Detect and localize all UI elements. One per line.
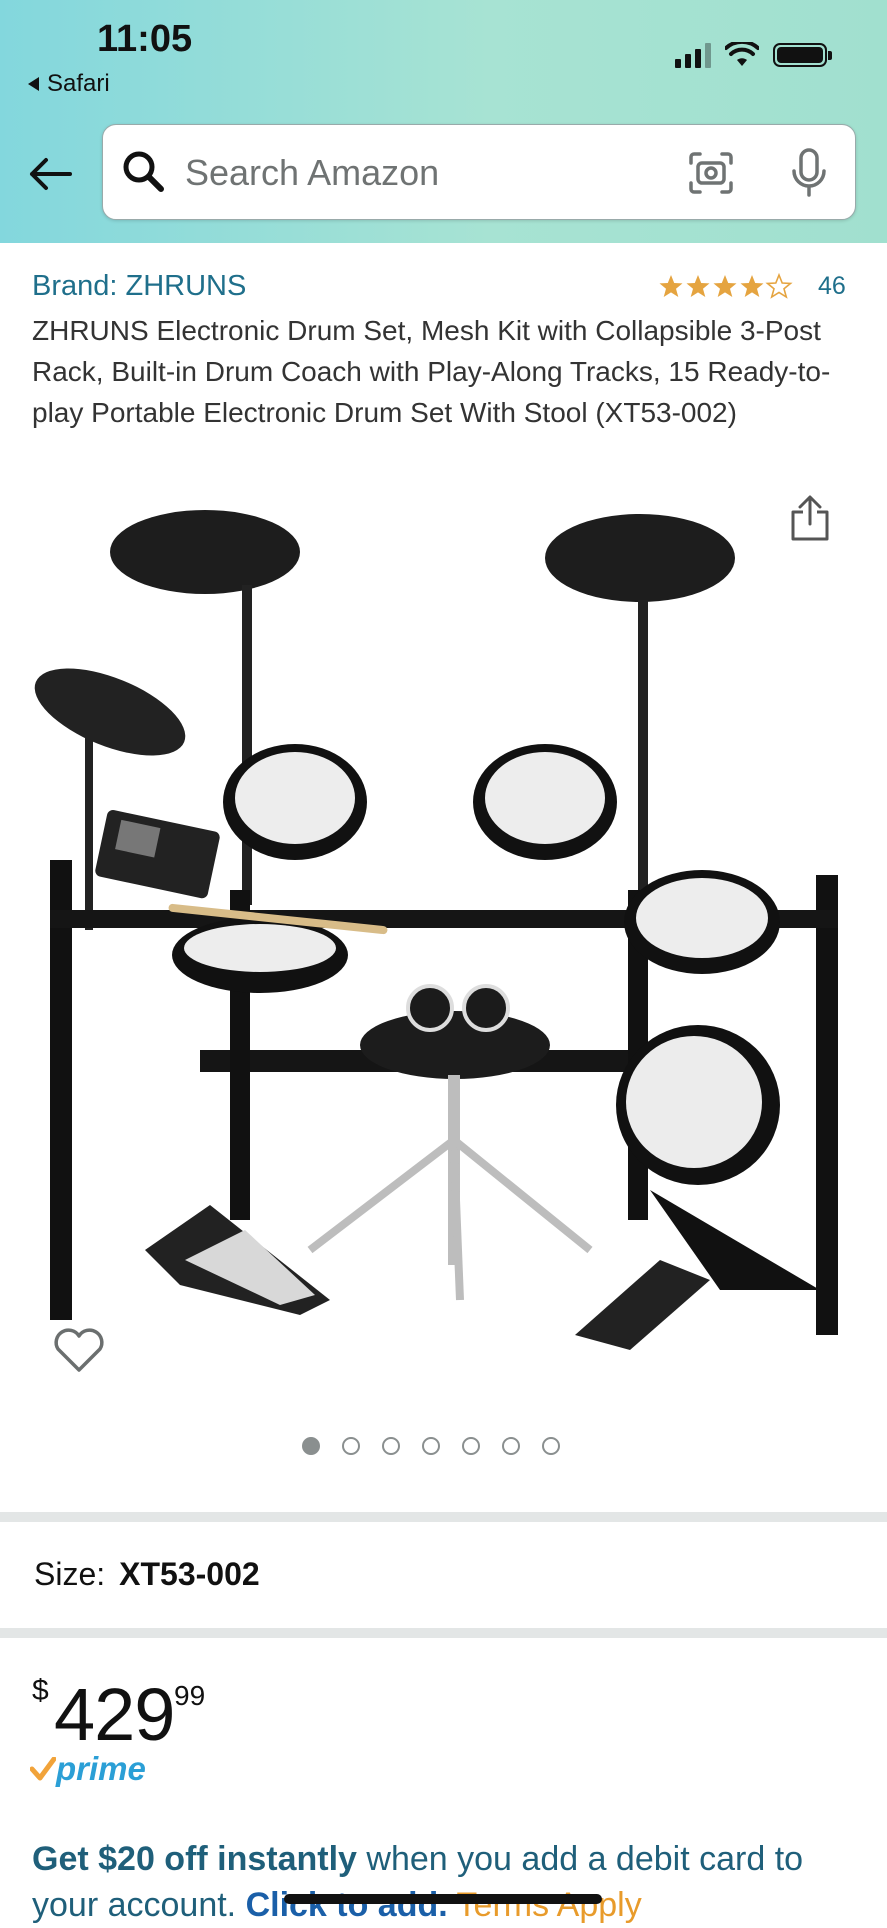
terms-apply-link[interactable]: Terms Apply	[448, 1886, 642, 1924]
battery-icon	[773, 43, 832, 67]
search-icon	[123, 151, 164, 192]
back-to-safari[interactable]: Safari	[28, 70, 110, 98]
debit-card-offer: Get $20 off instantly when you add a deb…	[32, 1836, 872, 1928]
star-rating[interactable]: 46	[658, 272, 846, 301]
search-input[interactable]	[185, 145, 685, 201]
click-to-add-link[interactable]: Click to add.	[246, 1886, 448, 1924]
price-fraction: 99	[174, 1680, 206, 1711]
home-indicator[interactable]	[284, 1894, 602, 1904]
carousel-dot[interactable]	[502, 1437, 520, 1455]
carousel-dot[interactable]	[462, 1437, 480, 1455]
section-divider	[0, 1512, 887, 1522]
carousel-dot[interactable]	[382, 1437, 400, 1455]
size-selector[interactable]: Size: XT53-002	[34, 1556, 260, 1593]
prime-label: prime	[56, 1750, 146, 1787]
back-arrow-icon[interactable]	[26, 150, 74, 198]
drum-kit-illustration	[34, 510, 838, 1350]
carousel-dot[interactable]	[542, 1437, 560, 1455]
image-carousel-dots[interactable]	[302, 1437, 560, 1455]
header: 11:05 Safari	[0, 0, 887, 243]
status-icons	[675, 42, 832, 68]
wifi-icon	[725, 42, 759, 66]
cellular-signal-icon	[675, 42, 711, 68]
back-triangle-icon	[28, 77, 39, 91]
offer-headline: Get $20 off instantly	[32, 1840, 357, 1878]
wishlist-heart-icon[interactable]	[48, 1320, 110, 1378]
price-currency: $	[32, 1674, 49, 1707]
product-title: ZHRUNS Electronic Drum Set, Mesh Kit wit…	[32, 315, 831, 428]
product-image[interactable]	[30, 490, 860, 1390]
star-icons	[659, 273, 792, 298]
microphone-icon[interactable]	[789, 147, 829, 199]
size-value: XT53-002	[119, 1556, 260, 1592]
section-divider	[0, 1628, 887, 1638]
brand-link[interactable]: Brand: ZHRUNS	[32, 270, 246, 303]
prime-check-icon	[30, 1757, 56, 1781]
camera-search-icon[interactable]	[687, 151, 735, 195]
size-label: Size:	[34, 1556, 106, 1592]
carousel-dot[interactable]	[302, 1437, 320, 1455]
rating-count[interactable]: 46	[818, 272, 846, 301]
status-time: 11:05	[97, 18, 193, 60]
carousel-dot[interactable]	[422, 1437, 440, 1455]
back-app-label: Safari	[47, 70, 110, 97]
share-icon[interactable]	[790, 494, 830, 542]
search-bar[interactable]	[102, 124, 856, 220]
carousel-dot[interactable]	[342, 1437, 360, 1455]
prime-badge: prime	[30, 1750, 146, 1788]
price-whole: 429	[54, 1673, 175, 1756]
